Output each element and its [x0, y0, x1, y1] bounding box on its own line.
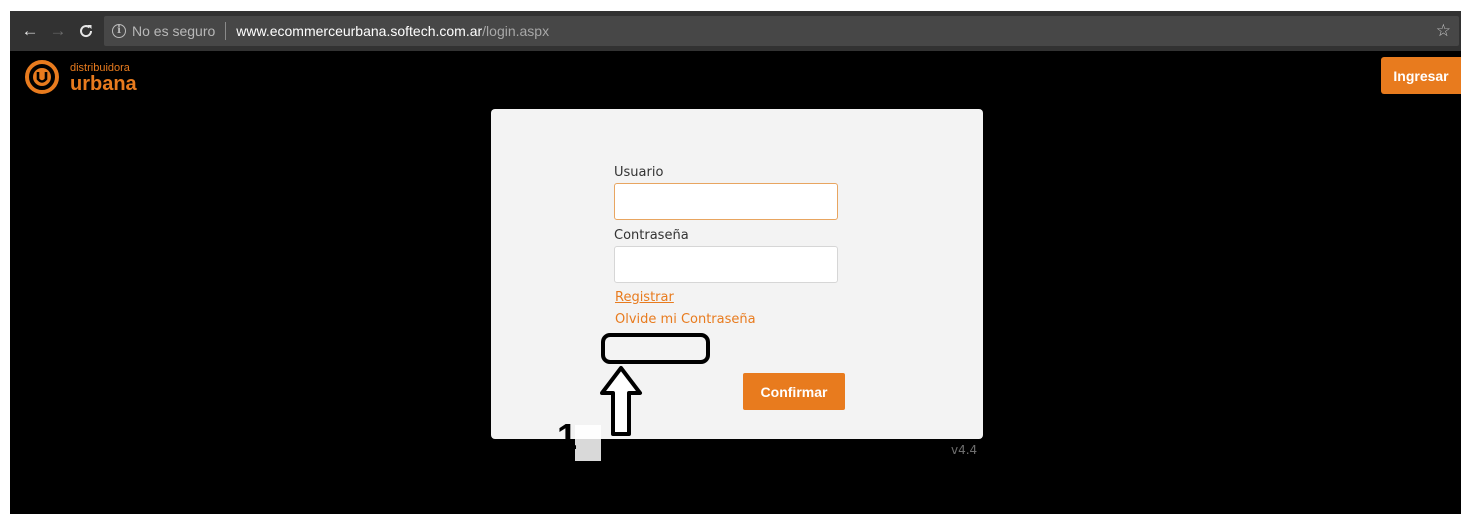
address-separator	[225, 22, 227, 40]
url-path: /login.aspx	[482, 23, 550, 39]
browser-toolbar: ← → i No es seguro www.ecommerceurbana.s…	[10, 11, 1461, 51]
back-arrow-icon[interactable]: ←	[16, 17, 44, 45]
annotation-step-number: 1	[557, 416, 578, 457]
password-label: Contraseña	[614, 228, 689, 243]
ingresar-button[interactable]: Ingresar	[1381, 57, 1461, 94]
user-input[interactable]	[614, 183, 838, 220]
reload-icon[interactable]	[72, 17, 100, 45]
urbana-logo: distribuidora urbana	[25, 60, 138, 95]
logo-large-text: urbana	[70, 73, 138, 95]
annotation-up-arrow-icon	[600, 366, 642, 436]
annotation-number-backdrop	[575, 425, 601, 461]
login-card: Usuario Contraseña Registrar Olvide mi C…	[491, 109, 983, 439]
bookmark-star-icon[interactable]: ☆	[1436, 21, 1451, 41]
forward-arrow-icon[interactable]: →	[44, 17, 72, 45]
version-label: v4.4	[951, 443, 978, 457]
confirm-button[interactable]: Confirmar	[743, 373, 845, 410]
url-host: www.ecommerceurbana.softech.com.ar	[236, 23, 483, 39]
info-icon[interactable]: i	[112, 24, 126, 38]
user-label: Usuario	[614, 165, 664, 180]
reload-icon-graphic	[80, 25, 93, 38]
annotation-highlight-box	[601, 333, 710, 364]
forgot-password-link[interactable]: Olvide mi Contraseña	[615, 312, 756, 327]
address-bar[interactable]: i No es seguro www.ecommerceurbana.softe…	[104, 16, 1459, 46]
password-input[interactable]	[614, 246, 838, 283]
register-link[interactable]: Registrar	[615, 290, 674, 305]
security-status: No es seguro	[132, 23, 216, 39]
